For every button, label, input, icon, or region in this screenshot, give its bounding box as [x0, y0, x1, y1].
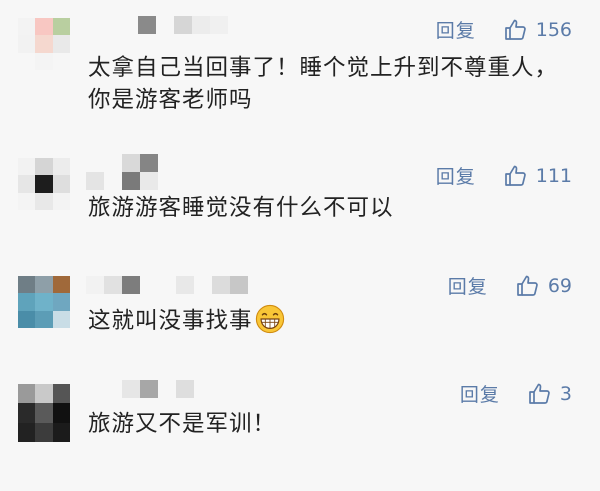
like-count: 111 — [535, 164, 572, 187]
comment-actions: 回复 111 — [436, 162, 572, 189]
like-thumbs-up-icon[interactable] — [504, 18, 528, 42]
comment-actions: 回复 156 — [436, 16, 572, 43]
comment-item: 回复 69 这就叫没事找事 — [0, 260, 600, 370]
avatar[interactable] — [18, 18, 70, 70]
reply-button[interactable]: 回复 — [448, 272, 488, 299]
username[interactable] — [86, 276, 248, 294]
comment-item: 回复 111 旅游游客睡觉没有什么不可以 — [0, 140, 600, 260]
comment-item: 回复 156 太拿自己当回事了！睡个觉上升到不尊重人，你是游客老师吗 — [0, 0, 600, 140]
username-mosaic-row2 — [86, 172, 158, 190]
comment-text: 旅游游客睡觉没有什么不可以 — [88, 195, 394, 221]
grinning-emoji — [255, 304, 284, 334]
reply-button[interactable]: 回复 — [460, 380, 500, 407]
avatar[interactable] — [18, 384, 70, 442]
avatar[interactable] — [18, 158, 70, 210]
username[interactable] — [86, 380, 194, 398]
like-count: 156 — [535, 18, 572, 41]
like-count: 69 — [547, 274, 572, 297]
reply-button[interactable]: 回复 — [436, 16, 476, 43]
reply-button[interactable]: 回复 — [436, 162, 476, 189]
username[interactable] — [86, 154, 158, 172]
avatar[interactable] — [18, 276, 70, 328]
comment-text: 旅游又不是军训！ — [88, 411, 277, 437]
comment-text: 太拿自己当回事了！睡个觉上升到不尊重人，你是游客老师吗 — [88, 55, 559, 113]
like-thumbs-up-icon[interactable] — [528, 382, 552, 406]
like-count: 3 — [559, 382, 572, 405]
like-thumbs-up-icon[interactable] — [516, 274, 540, 298]
comment-text-row: 这就叫没事找事 — [88, 304, 578, 337]
comment-actions: 回复 3 — [460, 380, 572, 407]
like-thumbs-up-icon[interactable] — [504, 164, 528, 188]
comment-item: 回复 3 旅游又不是军训！ — [0, 370, 600, 491]
username[interactable] — [138, 16, 228, 34]
comment-text: 这就叫没事找事 — [88, 308, 253, 334]
comment-actions: 回复 69 — [448, 272, 572, 299]
